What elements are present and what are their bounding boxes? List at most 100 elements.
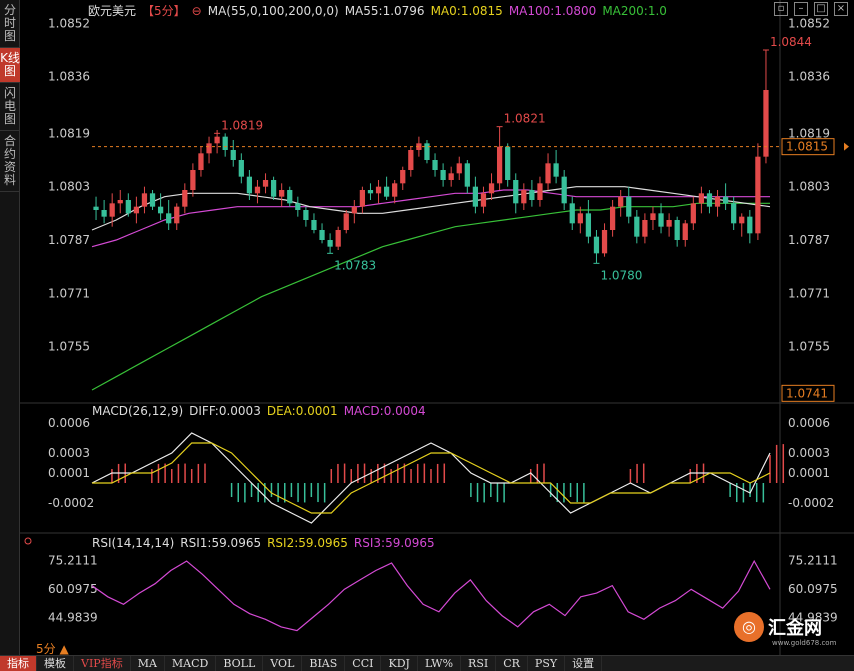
candle-body <box>666 220 672 227</box>
candle-body <box>279 190 285 197</box>
tab-psy[interactable]: PSY <box>528 656 566 671</box>
rsi-title[interactable]: RSI(14,14,14) <box>92 536 174 550</box>
candle-body <box>601 230 608 254</box>
maximize-icon[interactable]: □ <box>814 2 828 16</box>
candle-body <box>262 180 269 187</box>
rsi-tick-right-1: 60.0975 <box>788 582 838 596</box>
candle-body <box>408 150 414 170</box>
tab-settings[interactable]: 设置 <box>565 656 603 671</box>
candle-body <box>577 213 583 224</box>
tab-cr[interactable]: CR <box>496 656 528 671</box>
candle-body <box>618 196 624 207</box>
restore-icon[interactable]: ▫ <box>774 2 788 16</box>
candle-body <box>440 170 446 180</box>
macd-value: MACD:0.0004 <box>343 404 426 418</box>
logo-name: 汇金网 <box>768 618 822 639</box>
ma55-value: MA55:1.0796 <box>344 3 425 18</box>
macd-title[interactable]: MACD(26,12,9) <box>92 404 183 418</box>
tab-contract-info[interactable]: 合约资料 <box>0 131 20 192</box>
price-tick-left-4: 1.0787 <box>48 233 90 247</box>
rsi-tick-right-0: 75.2111 <box>788 554 838 568</box>
candle-body <box>658 213 664 227</box>
macd-header: MACD(26,12,9) DIFF:0.0003 DEA:0.0001 MAC… <box>92 404 426 418</box>
window-controls: ▫ – □ × <box>774 2 848 16</box>
tab-vol[interactable]: VOL <box>263 656 303 671</box>
macd-tick-left-1: 0.0003 <box>48 446 90 460</box>
candle-body <box>295 203 301 210</box>
annotation-4: 1.0780 <box>600 268 642 282</box>
candle-body <box>424 143 430 160</box>
rsi-line <box>91 559 771 632</box>
annotation-1: 1.0821 <box>504 112 546 126</box>
tab-ma[interactable]: MA <box>131 656 165 671</box>
tab-bias[interactable]: BIAS <box>302 656 346 671</box>
candle-body <box>174 206 180 224</box>
candle-body <box>303 210 309 220</box>
rsi-tick-left-0: 75.2111 <box>48 554 98 568</box>
annotation-3: 1.0783 <box>334 258 376 272</box>
tab-flash[interactable]: 闪电图 <box>0 83 20 131</box>
candle-body <box>634 216 640 237</box>
macd-dea: DEA:0.0001 <box>266 404 338 418</box>
price-tick-left-0: 1.0852 <box>48 16 90 30</box>
tab-kline[interactable]: K线图 <box>0 48 20 83</box>
macd-tick-right-2: 0.0001 <box>788 466 830 480</box>
candle-body <box>529 190 535 200</box>
ma200-line <box>91 202 770 391</box>
candle-body <box>682 223 688 240</box>
ma0-value: MA0:1.0815 <box>430 3 503 18</box>
ma200-value: MA200:1.0 <box>602 3 667 18</box>
ma-params[interactable]: MA(55,0,100,200,0,0) <box>208 4 339 18</box>
candle-body <box>722 196 729 204</box>
price-tick-left-1: 1.0836 <box>48 70 90 84</box>
settings-toggle-icon[interactable]: ⊖ <box>192 4 202 18</box>
candle-body <box>166 213 172 224</box>
candle-body <box>141 193 148 207</box>
candle-body <box>674 220 680 240</box>
tab-lw[interactable]: LW% <box>418 656 462 671</box>
candle-body <box>698 193 705 204</box>
price-tick-right-4: 1.0787 <box>788 233 830 247</box>
chart-canvas[interactable]: 1.0852 1.0852 1.0836 1.0836 1.0819 1.0819 1.08… <box>20 0 854 655</box>
logo-icon: ◎ <box>734 612 764 642</box>
candle-body <box>642 220 648 237</box>
tab-rsi[interactable]: RSI <box>461 656 497 671</box>
logo-url: www.gold678.com <box>772 639 837 647</box>
close-icon[interactable]: × <box>834 2 848 16</box>
candle-body <box>755 156 761 234</box>
indicator-tab-bar: 指标 模板 VIP指标 MA MACD BOLL VOL BIAS CCI KD… <box>0 655 854 671</box>
candle-body <box>319 230 325 240</box>
annotation-2: 1.0819 <box>221 118 263 132</box>
current-price-arrow-icon <box>844 142 849 151</box>
candle-body <box>585 213 592 237</box>
candle-body <box>343 213 349 230</box>
tab-boll[interactable]: BOLL <box>216 656 264 671</box>
candle-body <box>335 230 341 247</box>
price-tick-left-3: 1.0803 <box>48 180 90 194</box>
tab-indicators[interactable]: 指标 <box>0 656 37 671</box>
candle-body <box>496 146 503 184</box>
tab-template[interactable]: 模板 <box>37 656 74 671</box>
candle-body <box>190 170 196 190</box>
candle-body <box>351 206 357 214</box>
tab-macd[interactable]: MACD <box>165 656 217 671</box>
price-tick-right-1: 1.0836 <box>788 70 830 84</box>
candle-body <box>367 190 374 194</box>
candle-body <box>513 180 519 204</box>
candle-body <box>311 220 317 230</box>
period-badge[interactable]: 【5分】 <box>142 2 186 19</box>
tab-cci[interactable]: CCI <box>345 656 382 671</box>
tab-kdj[interactable]: KDJ <box>381 656 418 671</box>
candle-body <box>593 236 600 254</box>
candle-body <box>739 216 745 224</box>
candle-body <box>246 176 253 194</box>
candle-body <box>505 146 511 180</box>
candle-body <box>731 203 737 224</box>
rsi-tick-left-2: 44.9839 <box>48 610 98 624</box>
minimize-icon[interactable]: – <box>794 2 808 16</box>
candle-body <box>456 163 462 174</box>
tab-timeshare[interactable]: 分时图 <box>0 0 20 48</box>
ma100-line <box>91 189 770 248</box>
tab-vip-indicators[interactable]: VIP指标 <box>74 656 131 671</box>
macd-tick-left-2: 0.0001 <box>48 466 90 480</box>
